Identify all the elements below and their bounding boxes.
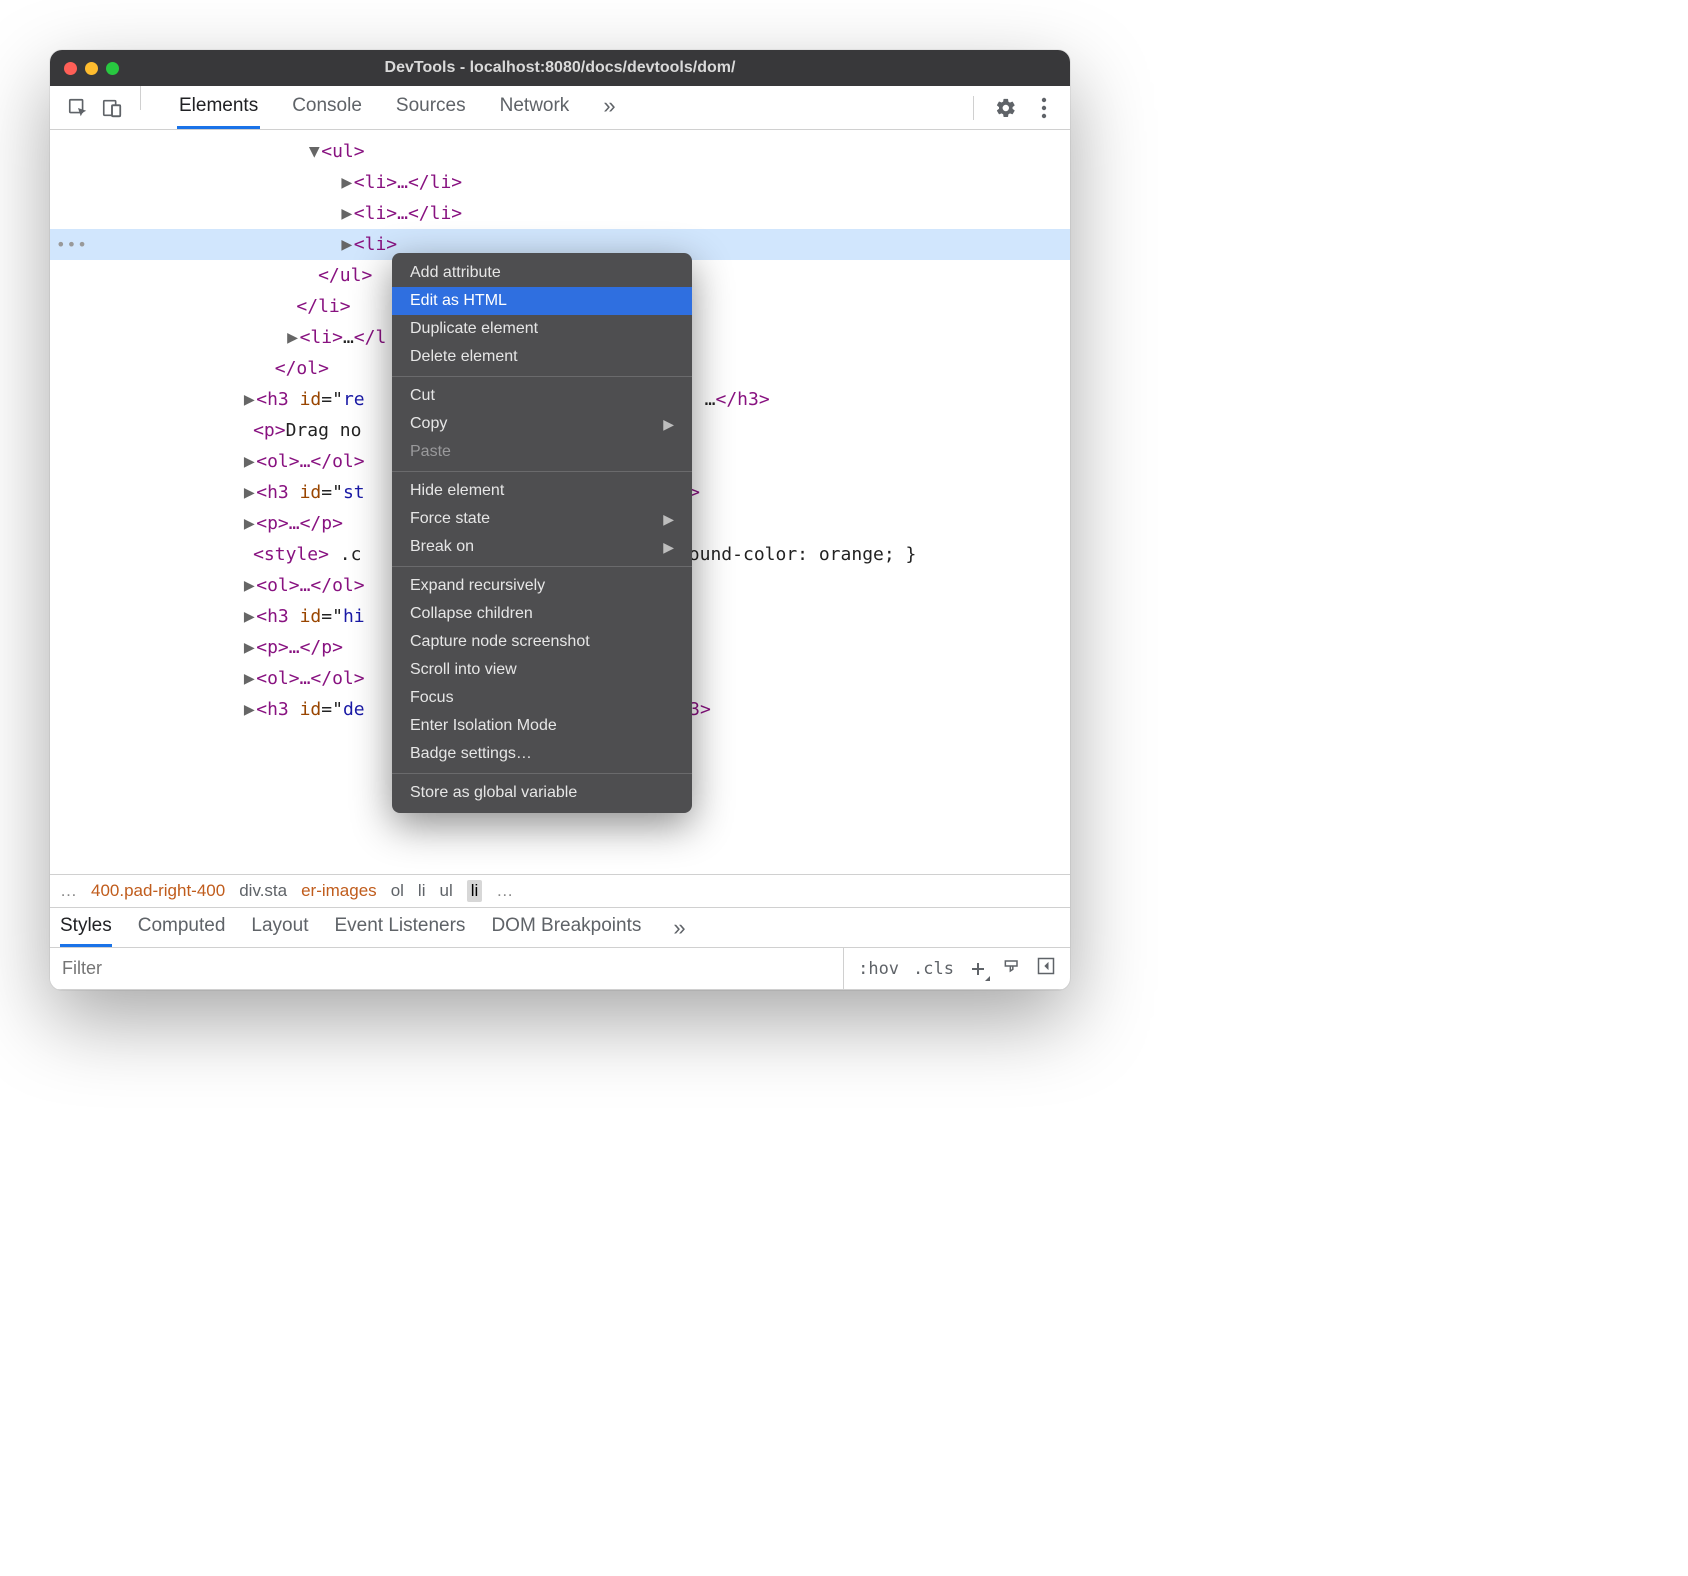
tab-more[interactable]: » [601, 86, 617, 129]
ctx-expand-recursively[interactable]: Expand recursively [392, 572, 692, 600]
ctx-store-global[interactable]: Store as global variable [392, 779, 692, 807]
styles-tab-more[interactable]: » [667, 908, 691, 947]
panel-tabs: Elements Console Sources Network » [177, 86, 618, 129]
device-toggle-icon[interactable] [98, 94, 126, 122]
dom-tag[interactable]: </li> [296, 296, 350, 317]
ctx-separator [392, 376, 692, 377]
styles-filter-row: :hov .cls [50, 948, 1070, 990]
dom-tag[interactable]: </ol> [275, 358, 329, 379]
breadcrumb-item[interactable]: ul [439, 881, 452, 901]
main-toolbar: Elements Console Sources Network » [50, 86, 1070, 130]
devtools-window: DevTools - localhost:8080/docs/devtools/… [50, 50, 1070, 990]
dom-tag[interactable]: <li>…</li> [354, 203, 462, 224]
titlebar: DevTools - localhost:8080/docs/devtools/… [50, 50, 1070, 86]
computed-sidebar-toggle-icon[interactable] [1036, 956, 1056, 981]
dom-tag[interactable]: <ol>…</ol> [256, 668, 364, 689]
ctx-force-state[interactable]: Force state▶ [392, 505, 692, 533]
ctx-capture-screenshot[interactable]: Capture node screenshot [392, 628, 692, 656]
ctx-paste: Paste [392, 438, 692, 466]
ctx-duplicate-element[interactable]: Duplicate element [392, 315, 692, 343]
dom-tag[interactable]: <ol>…</ol> [256, 451, 364, 472]
breadcrumb-item[interactable]: er-images [301, 881, 377, 901]
breadcrumb-selected[interactable]: li [467, 880, 483, 902]
styles-tab-computed[interactable]: Computed [138, 908, 226, 947]
breadcrumb-item[interactable]: ol [391, 881, 404, 901]
context-menu: Add attribute Edit as HTML Duplicate ele… [392, 253, 692, 813]
ctx-separator [392, 773, 692, 774]
ctx-edit-as-html[interactable]: Edit as HTML [392, 287, 692, 315]
styles-tab-styles[interactable]: Styles [60, 908, 112, 947]
ctx-separator [392, 471, 692, 472]
styles-tabs: Styles Computed Layout Event Listeners D… [50, 908, 1070, 948]
ctx-collapse-children[interactable]: Collapse children [392, 600, 692, 628]
hov-toggle[interactable]: :hov [858, 959, 899, 979]
dom-tag[interactable]: <li> [354, 234, 397, 255]
ctx-hide-element[interactable]: Hide element [392, 477, 692, 505]
ctx-separator [392, 566, 692, 567]
traffic-lights [64, 62, 119, 75]
ctx-cut[interactable]: Cut [392, 382, 692, 410]
toolbar-separator-right [973, 96, 974, 120]
styles-tab-event-listeners[interactable]: Event Listeners [334, 908, 465, 947]
dom-tag[interactable]: <ul> [321, 141, 364, 162]
ctx-break-on[interactable]: Break on▶ [392, 533, 692, 561]
cls-toggle[interactable]: .cls [913, 959, 954, 979]
ctx-add-attribute[interactable]: Add attribute [392, 259, 692, 287]
dom-tag[interactable]: <li>…</li> [354, 172, 462, 193]
settings-icon[interactable] [992, 94, 1020, 122]
chevron-right-icon: ▶ [663, 416, 674, 433]
tab-sources[interactable]: Sources [394, 86, 468, 129]
maximize-window-button[interactable] [106, 62, 119, 75]
ctx-copy[interactable]: Copy▶ [392, 410, 692, 438]
chevron-right-icon: ▶ [663, 539, 674, 556]
tab-elements[interactable]: Elements [177, 86, 260, 129]
styles-tab-dom-breakpoints[interactable]: DOM Breakpoints [491, 908, 641, 947]
styles-tab-layout[interactable]: Layout [251, 908, 308, 947]
breadcrumb[interactable]: … 400.pad-right-400 div.sta er-images ol… [50, 874, 1070, 908]
dom-tag[interactable]: <p>…</p> [256, 513, 343, 534]
dom-tag[interactable]: <p>…</p> [256, 637, 343, 658]
breadcrumb-overflow-left[interactable]: … [60, 881, 77, 901]
tab-console[interactable]: Console [290, 86, 364, 129]
ctx-focus[interactable]: Focus [392, 684, 692, 712]
ctx-badge-settings[interactable]: Badge settings… [392, 740, 692, 768]
window-title: DevTools - localhost:8080/docs/devtools/… [50, 59, 1070, 77]
styles-filter-input[interactable] [50, 948, 844, 989]
toolbar-separator [140, 86, 141, 110]
ctx-scroll-into-view[interactable]: Scroll into view [392, 656, 692, 684]
kebab-menu-icon[interactable] [1030, 94, 1058, 122]
inspect-icon[interactable] [64, 94, 92, 122]
minimize-window-button[interactable] [85, 62, 98, 75]
new-style-rule-button[interactable] [968, 959, 988, 979]
breadcrumb-item[interactable]: li [418, 881, 426, 901]
breadcrumb-overflow-right[interactable]: … [496, 881, 513, 901]
breadcrumb-item[interactable]: 400.pad-right-400 [91, 881, 225, 901]
chevron-right-icon: ▶ [663, 511, 674, 528]
paint-brush-icon[interactable] [1002, 956, 1022, 981]
selected-indicator: ••• [56, 229, 88, 260]
ctx-isolation-mode[interactable]: Enter Isolation Mode [392, 712, 692, 740]
close-window-button[interactable] [64, 62, 77, 75]
ctx-delete-element[interactable]: Delete element [392, 343, 692, 371]
dom-tag[interactable]: </ul> [318, 265, 372, 286]
tab-network[interactable]: Network [498, 86, 572, 129]
breadcrumb-item[interactable]: div.sta [239, 881, 287, 901]
dom-tag[interactable]: <ol>…</ol> [256, 575, 364, 596]
